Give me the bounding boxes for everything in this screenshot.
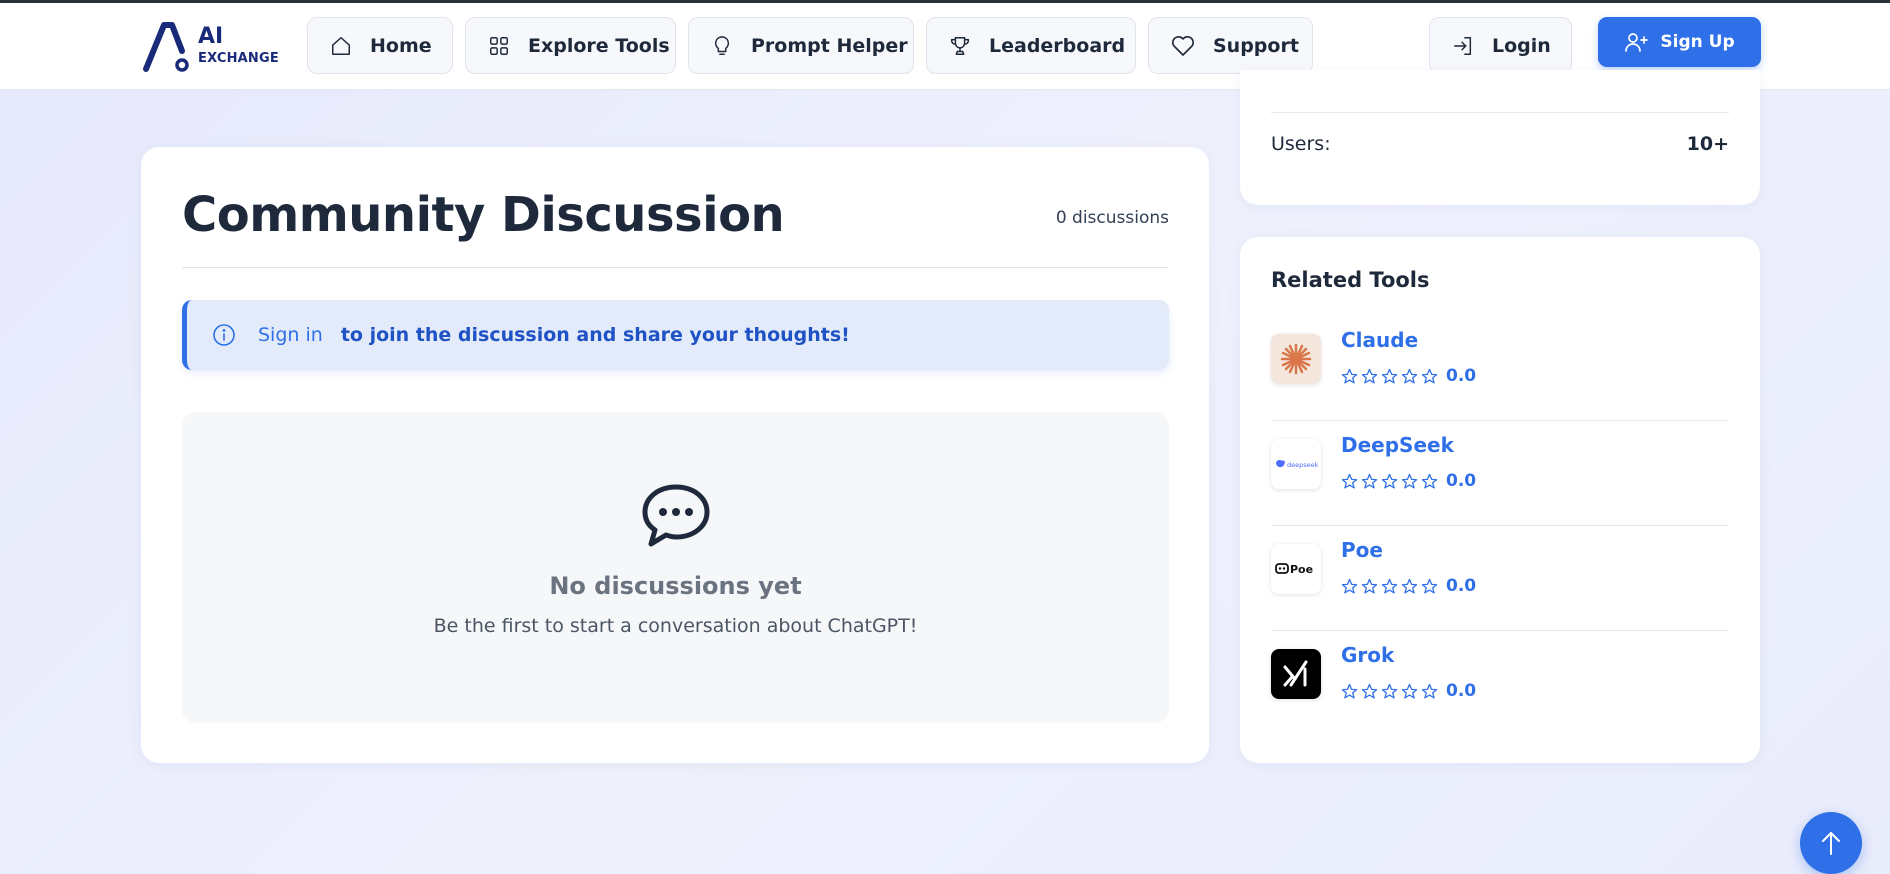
star-icon <box>1381 683 1398 699</box>
tool-rating: 0.0 <box>1341 366 1476 386</box>
tool-name[interactable]: Claude <box>1341 328 1418 352</box>
star-icon <box>1421 683 1438 699</box>
empty-state: No discussions yet Be the first to start… <box>182 412 1169 723</box>
poe-logo-icon: Poe <box>1271 544 1321 594</box>
login-label: Login <box>1492 34 1551 57</box>
nav-prompt-label: Prompt Helper <box>751 34 908 57</box>
empty-title: No discussions yet <box>549 572 802 600</box>
rating-value: 0.0 <box>1446 576 1477 596</box>
tool-name[interactable]: Poe <box>1341 538 1383 562</box>
heart-icon <box>1172 35 1194 56</box>
related-tool-poe[interactable]: Poe Poe 0.0 <box>1271 526 1729 631</box>
arrow-up-icon <box>1822 832 1840 855</box>
brand-line1: AI <box>198 24 224 49</box>
nav-explore-tools[interactable]: Explore Tools <box>465 17 676 74</box>
star-icon <box>1421 473 1438 489</box>
grid-icon <box>490 36 508 55</box>
star-icon <box>1421 368 1438 384</box>
star-icon <box>1361 683 1378 699</box>
lightbulb-icon <box>714 35 730 55</box>
related-tool-claude[interactable]: Claude 0.0 <box>1271 316 1729 421</box>
signup-button[interactable]: Sign Up <box>1598 17 1761 67</box>
poe-wordmark: Poe <box>1290 563 1313 576</box>
signin-link[interactable]: Sign in <box>258 324 323 346</box>
signin-message: to join the discussion and share your th… <box>340 324 850 346</box>
brand-logo[interactable]: AI EXCHANGE <box>142 21 282 73</box>
empty-subtitle: Be the first to start a conversation abo… <box>433 615 918 637</box>
deepseek-wordmark: deepseek <box>1287 461 1318 469</box>
users-label: Users: <box>1271 133 1331 155</box>
star-icon <box>1341 683 1358 699</box>
login-button[interactable]: Login <box>1429 17 1572 74</box>
claude-logo-icon <box>1271 334 1321 384</box>
star-icon <box>1381 473 1398 489</box>
rating-value: 0.0 <box>1446 681 1477 701</box>
signin-notice: Sign in to join the discussion and share… <box>182 300 1169 370</box>
star-icon <box>1401 368 1418 384</box>
related-tools-title: Related Tools <box>1271 268 1430 292</box>
star-icon <box>1341 473 1358 489</box>
logo-icon <box>143 22 189 72</box>
nav-support-label: Support <box>1213 34 1299 57</box>
star-icon <box>1361 473 1378 489</box>
rating-value: 0.0 <box>1446 366 1477 386</box>
tool-rating: 0.0 <box>1341 681 1476 701</box>
related-tools-card: Related Tools Claude 0.0 deepseek DeepSe… <box>1240 237 1760 763</box>
tool-rating: 0.0 <box>1341 576 1476 596</box>
info-icon <box>213 324 235 346</box>
users-value: 10+ <box>1686 133 1729 155</box>
discussion-count: 0 discussions <box>1055 208 1169 228</box>
home-icon <box>332 36 350 55</box>
nav-prompt-helper[interactable]: Prompt Helper <box>688 17 914 74</box>
page-title: Community Discussion <box>182 187 785 243</box>
nav-home[interactable]: Home <box>307 17 453 74</box>
tool-name[interactable]: DeepSeek <box>1341 433 1454 457</box>
signup-label: Sign Up <box>1660 32 1735 52</box>
star-icon <box>1361 578 1378 594</box>
star-icon <box>1341 368 1358 384</box>
tool-rating: 0.0 <box>1341 471 1476 491</box>
stats-divider <box>1271 112 1729 113</box>
nav-leaderboard[interactable]: Leaderboard <box>926 17 1136 74</box>
nav-support[interactable]: Support <box>1148 17 1313 74</box>
scroll-to-top-button[interactable] <box>1800 812 1862 874</box>
deepseek-logo-icon: deepseek <box>1271 439 1321 489</box>
login-icon <box>1454 36 1472 55</box>
trophy-icon <box>950 36 970 55</box>
chat-bubble-icon <box>642 484 710 547</box>
star-icon <box>1401 683 1418 699</box>
nav-home-label: Home <box>370 34 432 57</box>
stats-card: Users: 10+ <box>1240 70 1760 205</box>
tool-name[interactable]: Grok <box>1341 643 1394 667</box>
nav-explore-label: Explore Tools <box>528 34 670 57</box>
star-icon <box>1381 578 1398 594</box>
rating-value: 0.0 <box>1446 471 1477 491</box>
nav-leaderboard-label: Leaderboard <box>989 34 1126 57</box>
star-icon <box>1401 473 1418 489</box>
grok-logo-icon <box>1271 649 1321 699</box>
star-icon <box>1421 578 1438 594</box>
discussion-card: Community Discussion 0 discussions Sign … <box>141 147 1209 763</box>
star-icon <box>1381 368 1398 384</box>
brand-line2: EXCHANGE <box>198 51 279 66</box>
star-icon <box>1401 578 1418 594</box>
star-icon <box>1361 368 1378 384</box>
user-plus-icon <box>1625 33 1649 52</box>
related-tool-grok[interactable]: Grok 0.0 <box>1271 631 1729 736</box>
title-divider <box>182 267 1169 268</box>
related-tool-deepseek[interactable]: deepseek DeepSeek 0.0 <box>1271 421 1729 526</box>
star-icon <box>1341 578 1358 594</box>
